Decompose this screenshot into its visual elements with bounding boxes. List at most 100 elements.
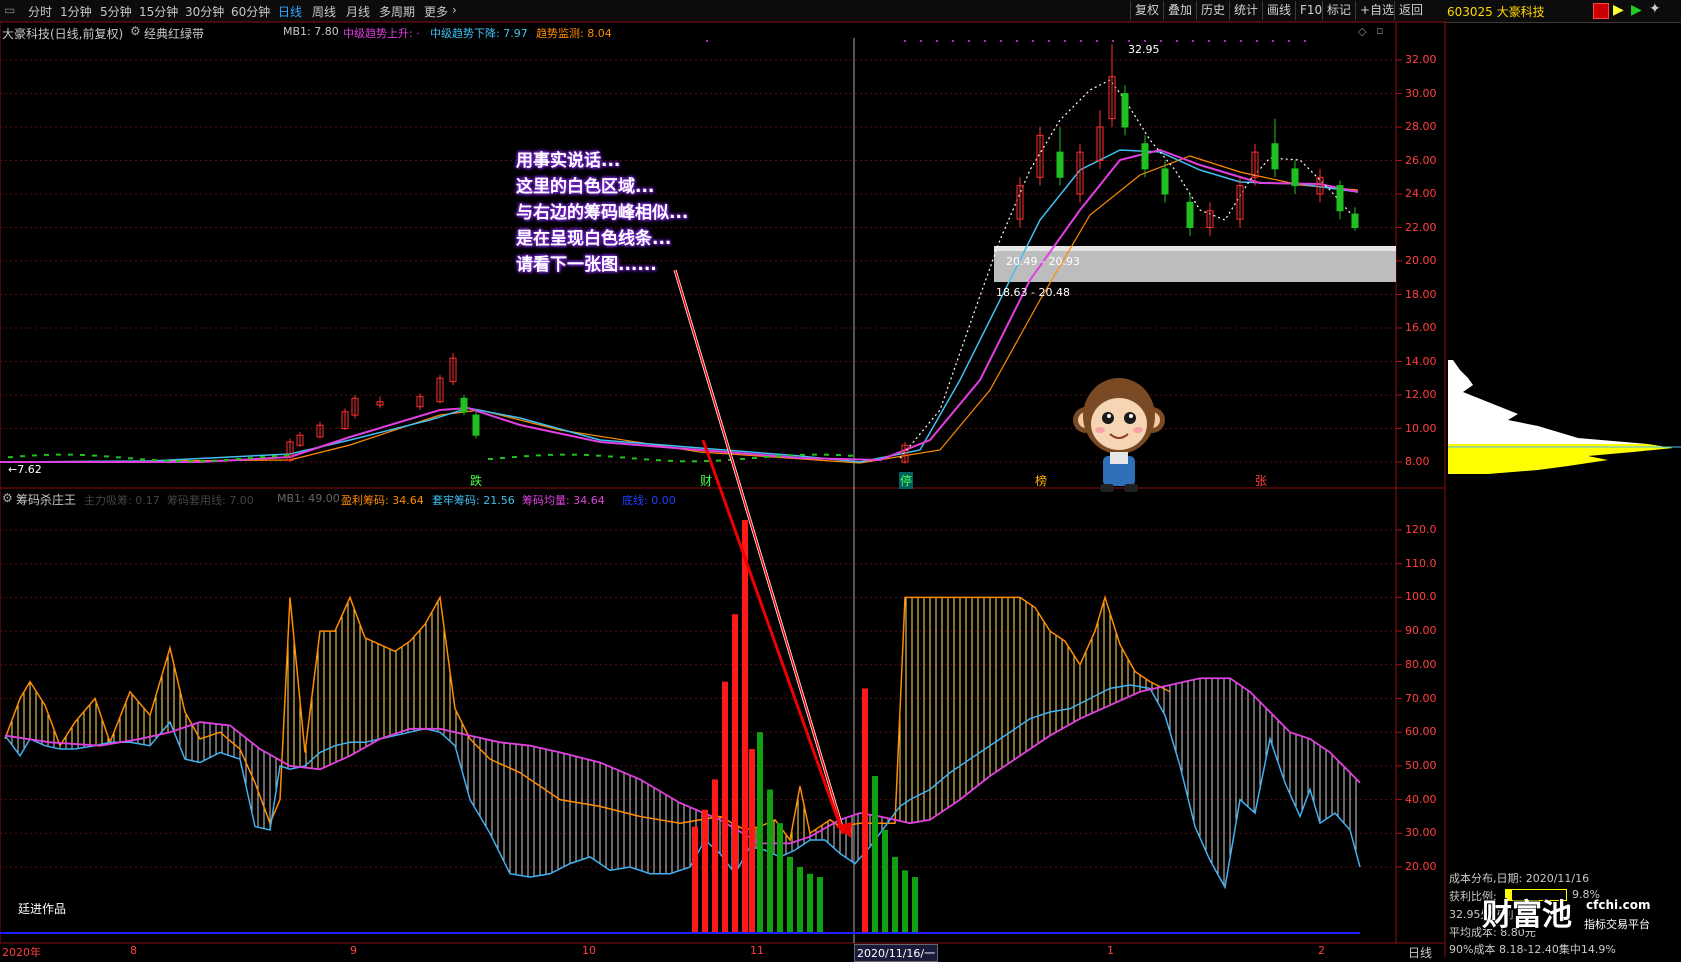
main-y-tick: 20.00 xyxy=(1405,254,1437,267)
candle-body xyxy=(224,458,229,461)
candle-body xyxy=(272,455,277,458)
sub-y-tick: 110.0 xyxy=(1405,556,1437,570)
author-watermark: 廷进作品 xyxy=(18,902,67,916)
cost-profile-band xyxy=(1448,398,1488,402)
x-label-1: 8 xyxy=(130,944,137,957)
sub-profit-chips: 盈利筹码: 34.64 xyxy=(341,494,424,507)
red-bar xyxy=(702,809,708,933)
cost-profile-band xyxy=(1448,392,1478,398)
marker-bang: 榜 xyxy=(1035,474,1048,488)
main-y-tick: 12.00 xyxy=(1405,388,1437,401)
cost-profile-band xyxy=(1448,402,1503,408)
cost-90: 90%成本 8.18-12.40集中14.9% xyxy=(1449,943,1616,956)
main-y-tick: 10.00 xyxy=(1405,421,1437,435)
x-label-3: 10 xyxy=(582,944,596,957)
candle-body xyxy=(740,457,745,460)
green-bar xyxy=(892,856,898,933)
sub-y-tick: 90.00 xyxy=(1405,624,1437,638)
brand-site: cfchi.com xyxy=(1586,898,1651,912)
sub-y-tick: 20.00 xyxy=(1405,860,1437,873)
candle-body xyxy=(32,454,37,457)
callout-line: 用事实说话... xyxy=(516,151,621,171)
x-label-4: 11 xyxy=(750,944,764,957)
brand-logo: 财富池 cfchi.com 指标交易平台 xyxy=(1482,890,1681,936)
main-y-tick: 14.00 xyxy=(1405,354,1437,368)
candle-body xyxy=(80,454,85,457)
marker-die: 跌 xyxy=(470,474,483,488)
expand-icon[interactable]: ▫ xyxy=(1376,24,1383,37)
candle-body xyxy=(212,459,217,462)
brand-name: 财富池 xyxy=(1482,898,1572,933)
monkey-mascot-icon xyxy=(1070,368,1168,494)
candle-body xyxy=(716,459,721,462)
candle-body xyxy=(560,453,565,456)
candle-body xyxy=(68,453,73,456)
cost-profile-band xyxy=(1448,378,1473,385)
cost-profile-band xyxy=(1448,414,1518,420)
callout-text: 用事实说话... 这里的白色区域... 与右边的筹码峰相似... 是在呈现白色线… xyxy=(516,148,688,278)
candle-body xyxy=(1291,168,1299,187)
green-bar xyxy=(902,870,908,933)
main-y-tick: 26.00 xyxy=(1405,153,1437,167)
candle-body xyxy=(512,456,517,459)
candle-body xyxy=(236,458,241,461)
main-y-tick: 18.00 xyxy=(1405,287,1437,301)
green-bar xyxy=(912,877,918,933)
green-bar xyxy=(807,873,813,933)
candle-body xyxy=(104,455,109,458)
sub-y-tick: 30.00 xyxy=(1405,826,1437,840)
main-trend-monitor: 趋势监测: 8.04 xyxy=(536,27,612,40)
candle-body xyxy=(116,456,121,459)
cost-profile-band xyxy=(1448,432,1578,438)
green-bar xyxy=(817,877,823,933)
candle-body xyxy=(776,455,781,458)
candle-body xyxy=(836,454,841,457)
main-indicator-name[interactable]: 经典红绿带 xyxy=(144,25,204,42)
sub-settings-icon[interactable]: ⚙ xyxy=(2,491,13,505)
sub-y-tick: 60.00 xyxy=(1405,725,1437,739)
candle-body xyxy=(692,460,697,463)
candle-body xyxy=(788,454,793,457)
callout-line: 与右边的筹码峰相似... xyxy=(516,203,689,223)
sub-trapped-chips: 套牢筹码: 21.56 xyxy=(432,494,515,507)
candle-body xyxy=(764,455,769,458)
candle-body xyxy=(1056,151,1064,178)
red-bar xyxy=(722,681,728,933)
diamond-icon[interactable]: ◇ xyxy=(1358,25,1366,38)
green-bar xyxy=(767,789,773,933)
cost-profile-band xyxy=(1448,360,1460,370)
candle-body xyxy=(704,460,709,463)
candle-body xyxy=(1161,168,1169,195)
indicator-settings-icon[interactable]: ⚙ xyxy=(130,24,141,38)
cost-profile-band xyxy=(1448,448,1673,452)
candle-body xyxy=(176,460,181,463)
main-y-tick: 16.00 xyxy=(1405,321,1437,334)
candle-body xyxy=(596,454,601,457)
candle-body xyxy=(548,453,553,456)
candle-body xyxy=(200,460,205,463)
candle-body xyxy=(472,414,480,436)
candle-body xyxy=(824,453,829,456)
sub-base-line: 底线: 0.00 xyxy=(622,494,676,507)
x-crosshair-date: 2020/11/16/一 xyxy=(854,944,939,962)
x-label-0: 2020年 xyxy=(2,946,41,959)
main-y-tick: 28.00 xyxy=(1405,120,1437,133)
x-period-label: 日线 xyxy=(1408,946,1433,960)
candle-body xyxy=(1121,93,1129,128)
candle-body xyxy=(140,458,145,461)
main-trend-up: 中级趋势上升: · xyxy=(343,27,420,40)
main-y-tick: 30.00 xyxy=(1405,86,1437,100)
marker-cai: 财 xyxy=(700,474,713,488)
candle-body xyxy=(8,456,13,459)
sub-y-tick: 120.0 xyxy=(1405,523,1437,536)
red-bar xyxy=(712,779,718,933)
cost-profile-band xyxy=(1448,456,1608,460)
sub-panel-title[interactable]: 筹码杀庄王 xyxy=(16,491,76,508)
candle-body xyxy=(584,454,589,457)
green-bar xyxy=(757,732,763,933)
main-mb1: MB1: 7.80 xyxy=(283,25,339,38)
cost-panel-title: 成本分布,日期: 2020/11/16 xyxy=(1449,872,1590,885)
candle-body xyxy=(56,453,61,456)
candle-body xyxy=(1271,143,1279,170)
main-y-tick: 24.00 xyxy=(1405,187,1437,200)
